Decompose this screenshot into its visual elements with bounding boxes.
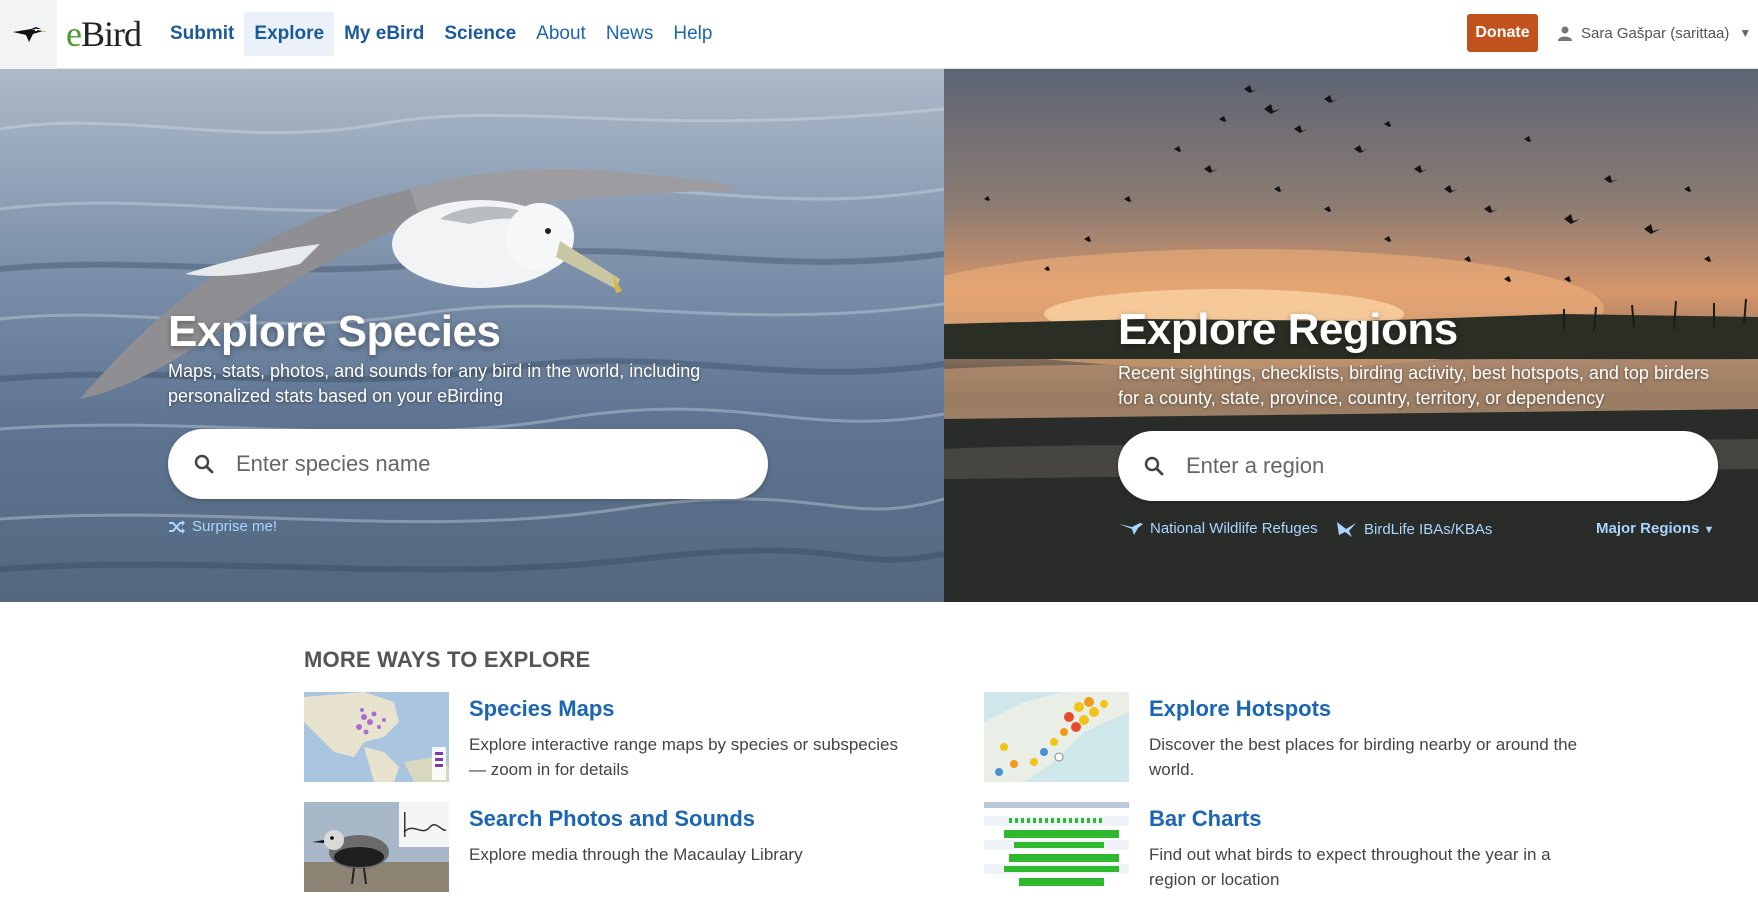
user-name: Sara Gašpar (sarittaa) [1581,24,1730,42]
surprise-me-link[interactable]: Surprise me! [168,518,277,535]
species-maps-card: Species Maps Explore interactive range m… [304,692,924,782]
chevron-down-icon: ▼ [1739,26,1752,40]
explore-regions-subtitle-line2: for a county, state, province, country, … [1118,388,1605,408]
explore-species-title: Explore Species [168,307,501,356]
nav-my-ebird[interactable]: My eBird [334,12,434,56]
national-wildlife-refuges-link[interactable]: National Wildlife Refuges [1118,520,1318,537]
species-maps-description: Explore interactive range maps by specie… [469,735,898,779]
major-regions-dropdown[interactable]: Major Regions ▼ [1596,520,1714,537]
region-search-input[interactable] [1186,453,1646,479]
more-ways-heading: MORE WAYS TO EXPLORE [304,647,591,672]
explore-regions-hero: Explore Regions Recent sightings, checkl… [944,69,1758,602]
explore-hotspots-card: Explore Hotspots Discover the best place… [984,692,1604,782]
nwr-goose-icon [1119,522,1143,535]
major-regions-label: Major Regions [1596,520,1700,537]
ebird-logo-icon[interactable] [0,0,57,69]
nav-explore[interactable]: Explore [244,12,335,56]
search-icon [1144,456,1164,476]
species-search-input[interactable] [236,451,696,477]
nav-about[interactable]: About [526,12,596,56]
birdlife-icon [1337,522,1356,537]
species-maps-link[interactable]: Species Maps [469,696,615,722]
species-search-box[interactable] [168,429,768,499]
shuffle-icon [169,519,185,534]
bar-charts-description: Find out what birds to expect throughout… [1149,845,1551,889]
bar-charts-card: Bar Charts Find out what birds to expect… [984,802,1604,892]
main-nav: Submit Explore My eBird Science About Ne… [160,12,722,56]
explore-species-hero: Explore Species Maps, stats, photos, and… [0,69,944,602]
search-photos-sounds-thumbnail[interactable] [304,802,449,892]
user-menu[interactable]: Sara Gašpar (sarittaa) ▼ [1557,20,1751,46]
top-navigation-bar: eBird Submit Explore My eBird Science Ab… [0,0,1758,69]
nav-science[interactable]: Science [434,12,526,56]
ebird-wordmark-e: e [66,14,82,54]
search-photos-sounds-link[interactable]: Search Photos and Sounds [469,806,755,832]
explore-hotspots-thumbnail[interactable] [984,692,1129,782]
explore-hotspots-description: Discover the best places for birding nea… [1149,735,1578,779]
bar-charts-thumbnail[interactable] [984,802,1129,892]
explore-regions-subtitle-line1: Recent sightings, checklists, birding ac… [1118,363,1709,383]
explore-species-subtitle-line1: Maps, stats, photos, and sounds for any … [168,361,701,381]
bar-charts-link[interactable]: Bar Charts [1149,806,1261,832]
user-icon [1558,26,1572,41]
region-search-box[interactable] [1118,431,1718,501]
donate-button[interactable]: Donate [1467,14,1538,52]
search-photos-sounds-description: Explore media through the Macaulay Libra… [469,845,803,864]
species-maps-thumbnail[interactable] [304,692,449,782]
ebird-wordmark-bird: Bird [80,14,142,54]
nav-help[interactable]: Help [663,12,722,56]
search-icon [194,454,214,474]
explore-regions-subtitle: Recent sightings, checklists, birding ac… [1118,361,1738,411]
chevron-down-icon: ▼ [1703,524,1715,536]
ebird-wordmark[interactable]: eBird [66,12,142,56]
nav-submit[interactable]: Submit [160,12,244,56]
explore-species-subtitle-line2: personalized stats based on your eBirdin… [168,386,504,406]
explore-regions-title: Explore Regions [1118,305,1458,354]
birdlife-label: BirdLife IBAs/KBAs [1364,520,1493,538]
nwr-label: National Wildlife Refuges [1150,520,1318,537]
surprise-me-label: Surprise me! [192,518,278,535]
explore-species-subtitle: Maps, stats, photos, and sounds for any … [168,359,728,409]
birdlife-iba-link[interactable]: BirdLife IBAs/KBAs [1336,520,1492,538]
explore-hotspots-link[interactable]: Explore Hotspots [1149,696,1331,722]
search-photos-sounds-card: Search Photos and Sounds Explore media t… [304,802,924,892]
nav-news[interactable]: News [596,12,664,56]
